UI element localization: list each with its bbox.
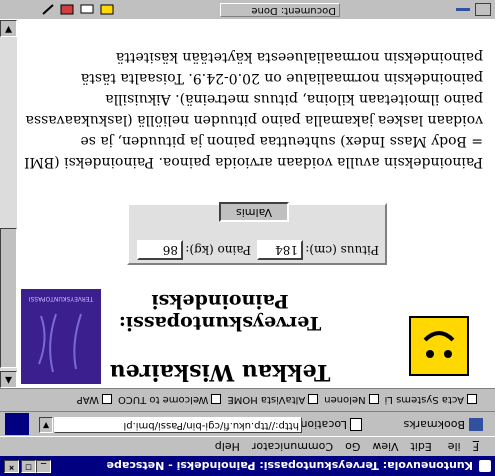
- bookmark-icon: [211, 394, 222, 405]
- passport-book-image: TERVEYSKUNTOPASSI: [21, 289, 101, 384]
- height-label: Pituus (cm):: [305, 243, 379, 257]
- submit-button[interactable]: Valmis: [219, 202, 289, 222]
- url-dropdown-icon[interactable]: ▼: [39, 417, 53, 433]
- scroll-thumb[interactable]: [0, 228, 17, 368]
- toolbar-link-tuco[interactable]: Welcome to TUCO: [118, 394, 222, 405]
- window-title: Kuntoneuvola: Terveyskuntopassi: Painoin…: [106, 459, 473, 473]
- mail-icon[interactable]: [79, 3, 95, 16]
- weight-input[interactable]: 86: [137, 240, 183, 260]
- composer-icon[interactable]: [39, 3, 55, 16]
- status-bar: Document: Done: [0, 0, 495, 20]
- navigator-icon[interactable]: [99, 3, 115, 16]
- menu-go[interactable]: Go: [345, 441, 360, 454]
- menu-edit[interactable]: Edit: [410, 441, 431, 454]
- discussion-icon[interactable]: [59, 3, 75, 16]
- location-label: Location:: [296, 418, 347, 431]
- browser-window: Kuntoneuvola: Terveyskuntopassi: Painoin…: [0, 0, 495, 476]
- toolbar-link-altavista[interactable]: AltaVista HOME: [227, 394, 319, 405]
- status-text: Document: Done: [220, 3, 340, 17]
- bookmarks-icon: [469, 418, 483, 431]
- personal-toolbar: Acta Systems Li Nelonen AltaVista HOME W…: [0, 388, 495, 410]
- subtitle-line-1: Terveyskuntopassi:: [118, 312, 322, 334]
- location-icon: [350, 418, 362, 431]
- bmi-description: Painoindeksin avulla voidaan arvioida pa…: [24, 49, 483, 170]
- lock-icon[interactable]: [475, 3, 491, 16]
- scroll-down-button[interactable]: ▼: [0, 20, 17, 37]
- maximize-button[interactable]: □: [21, 460, 36, 473]
- subtitle-line-2: Painoindeksi: [151, 290, 289, 312]
- weight-label: Paino (kg):: [185, 243, 251, 257]
- menu-communicator[interactable]: Communicator: [252, 441, 333, 454]
- app-icon: [479, 460, 491, 472]
- toolbar-link-acta[interactable]: Acta Systems Li: [385, 394, 477, 405]
- location-toolbar: Bookmarks Location: http://ttp.uku.fi/cg…: [0, 411, 495, 437]
- vertical-scrollbar[interactable]: ▲ ▼: [0, 20, 17, 388]
- scroll-up-button[interactable]: ▲: [0, 371, 17, 388]
- toolbar-link-wap[interactable]: WAP: [77, 394, 112, 405]
- bmi-form: Pituus (cm): 184 Paino (kg): 86 Valmis: [127, 202, 387, 265]
- menu-view[interactable]: View: [372, 441, 398, 454]
- bookmark-icon: [467, 394, 477, 405]
- book-cover-text: TERVEYSKUNTOPASSI: [28, 295, 94, 302]
- connection-icon: [455, 3, 471, 16]
- smiley-logo-icon: [409, 316, 469, 376]
- menu-help[interactable]: Help: [215, 441, 240, 454]
- page-subtitle: Terveyskuntopassi: Painoindeksi: [65, 290, 375, 334]
- minimize-button[interactable]: _: [36, 460, 51, 473]
- close-button[interactable]: ×: [4, 460, 19, 473]
- bookmark-icon: [101, 394, 112, 405]
- menu-bar: File Edit View Go Communicator Help: [0, 438, 495, 456]
- bookmark-icon: [308, 394, 319, 405]
- page-title: Tekkau Wiskaireu: [109, 359, 331, 385]
- netscape-n-icon: [5, 413, 29, 435]
- menu-file[interactable]: File: [444, 441, 487, 454]
- page-content: Tekkau Wiskaireu Terveyskuntopassi: Pain…: [17, 20, 495, 388]
- bookmark-icon: [368, 394, 379, 405]
- url-input[interactable]: http://ttp.uku.fi/cgi-bin/Passi/bmi.pl: [54, 417, 302, 433]
- menu-file-rest: ile: [447, 440, 461, 454]
- title-bar: Kuntoneuvola: Terveyskuntopassi: Painoin…: [0, 456, 495, 476]
- height-input[interactable]: 184: [257, 240, 303, 260]
- bookmarks-button[interactable]: Bookmarks: [404, 418, 465, 431]
- toolbar-link-nelonen[interactable]: Nelonen: [324, 394, 379, 405]
